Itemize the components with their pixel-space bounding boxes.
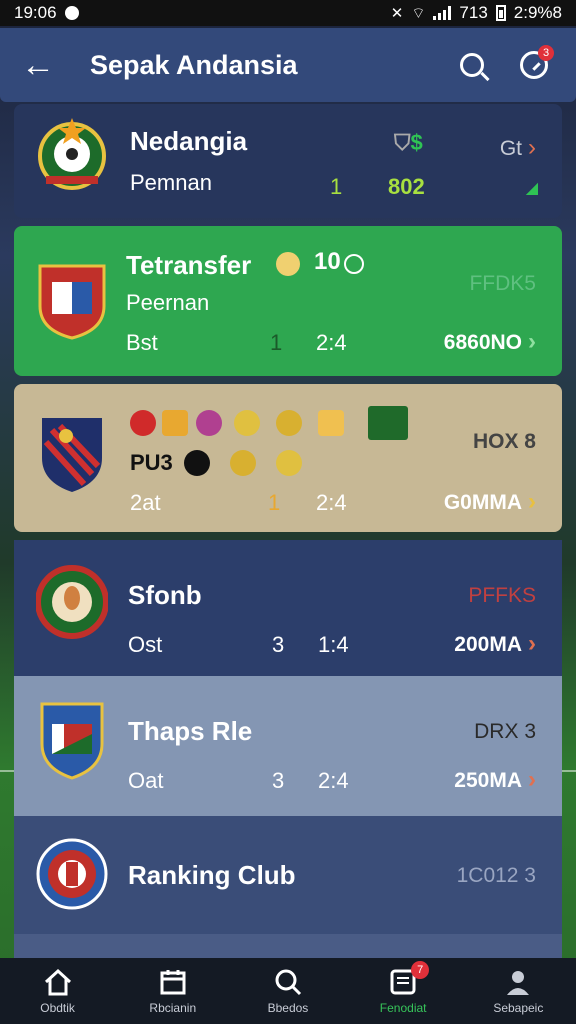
nav-item-search[interactable]: Bbedos	[238, 967, 338, 1015]
club-name: PU3	[130, 450, 173, 475]
club-logo-icon	[196, 410, 222, 436]
target-icon	[344, 254, 364, 274]
app-header: ← Sepak Andansia 3	[0, 28, 576, 102]
stat-2: 2:4	[318, 768, 349, 793]
club-flag-icon	[368, 406, 408, 440]
club-crest	[35, 562, 109, 642]
row-value[interactable]: 6860NO ›	[444, 328, 536, 356]
search-icon	[460, 53, 484, 77]
club-name: Ranking Club	[128, 860, 296, 890]
row-value[interactable]: G0MMA ›	[444, 488, 536, 516]
nav-item-home[interactable]: Obdtik	[8, 967, 108, 1015]
bottom-navigation: Obdtik Rbcianin Bbedos 7 Fenodiat Sebape…	[0, 958, 576, 1024]
row-value[interactable]: 250MA ›	[454, 766, 536, 794]
club-name: Nedangia	[130, 126, 248, 156]
history-button[interactable]: 3	[512, 43, 556, 87]
club-logo-icon	[276, 410, 302, 436]
club-logo-icon	[318, 410, 344, 436]
row-label: Oat	[128, 768, 164, 793]
search-button[interactable]	[450, 43, 494, 87]
stat-1: 3	[272, 768, 285, 793]
battery-icon	[495, 5, 506, 21]
coin-icon	[276, 252, 300, 276]
status-text: 713	[459, 3, 488, 22]
signal-icon	[433, 6, 452, 20]
club-logo-icon	[162, 410, 188, 436]
nav-item-profile[interactable]: Sebapeic	[468, 967, 568, 1015]
row-badge: DRX 3	[474, 720, 536, 743]
chevron-right-icon: ›	[528, 630, 536, 657]
row-badge: HOX 8	[472, 430, 536, 453]
club-name: Thaps Rle	[128, 716, 253, 746]
club-crest	[36, 414, 108, 494]
status-bar: 19:06 ✕ ⌔ 713 2:9%8	[0, 0, 576, 26]
notification-badge: 3	[538, 45, 554, 61]
stat-extra: 10	[314, 248, 341, 275]
row-value[interactable]: 200MA ›	[454, 630, 536, 658]
home-icon	[41, 967, 75, 997]
row-badge: 1C012 3	[456, 864, 536, 887]
mute-icon: ✕	[390, 5, 404, 22]
stat-1: 1	[268, 490, 281, 515]
trend-down-icon: ◢	[525, 180, 538, 197]
nav-label: Rbcianin	[149, 1001, 197, 1015]
row-badge: FFDK5	[469, 272, 536, 295]
nav-label: Bbedos	[267, 1001, 309, 1015]
row-label: Ost	[128, 632, 163, 657]
row-label: Bst	[126, 330, 158, 355]
nav-label: Sebapeic	[493, 1001, 544, 1015]
stat-1: 3	[272, 632, 285, 657]
stat-2: 802	[388, 174, 425, 199]
club-sub: Pemnan	[130, 170, 212, 195]
notification-icon	[64, 6, 79, 20]
row-label: 2at	[130, 490, 161, 515]
club-logo-icon	[130, 410, 156, 436]
status-time: 19:06	[14, 3, 57, 22]
profile-icon	[501, 967, 535, 997]
club-logo-icon	[230, 450, 256, 476]
stat-2: 1:4	[318, 632, 349, 657]
club-logo-icon	[234, 410, 260, 436]
nav-item-calendar[interactable]: Rbcianin	[123, 967, 223, 1015]
list-item[interactable]: Ranking Club 1C012 3	[14, 816, 562, 934]
list-item[interactable]: Sfonb Ost 3 1:4 PFFKS 200MA ›	[14, 540, 562, 676]
club-crest	[36, 260, 108, 340]
club-name: Tetransfer	[126, 250, 252, 280]
search-icon	[271, 967, 305, 997]
nav-badge: 7	[411, 961, 430, 979]
wifi-icon: ⌔	[411, 4, 426, 22]
list-item[interactable]: Nedangia Pemnan ⛉$ 1 802 Gt › ◢	[14, 104, 562, 218]
list-item-partial	[14, 934, 562, 960]
club-sub: Peernan	[126, 290, 210, 315]
club-logo-icon	[184, 450, 210, 476]
stat-2: 2:4	[316, 330, 347, 355]
chevron-right-icon: ›	[528, 328, 536, 355]
club-crest	[36, 834, 108, 914]
club-crest	[36, 114, 108, 194]
club-logo-icon	[276, 450, 302, 476]
row-badge: PFFKS	[468, 584, 536, 607]
stat-2: 2:4	[316, 490, 347, 515]
list-item[interactable]: Tetransfer 10 Peernan Bst 1 2:4 FFDK5 68…	[14, 226, 562, 376]
club-name: Sfonb	[128, 580, 202, 610]
nav-label: Fenodiat	[379, 1001, 427, 1015]
chevron-right-icon: ›	[528, 766, 536, 793]
list-item[interactable]: PU3 2at 1 2:4 HOX 8 G0MMA ›	[14, 384, 562, 532]
list-item[interactable]: Thaps Rle Oat 3 2:4 DRX 3 250MA ›	[14, 676, 562, 816]
battery-text: 2:9%8	[513, 3, 562, 22]
nav-item-news[interactable]: 7 Fenodiat	[353, 961, 453, 1015]
nav-label: Obdtik	[40, 1001, 75, 1015]
chevron-right-icon: ›	[528, 134, 536, 161]
chevron-right-icon: ›	[528, 488, 536, 515]
arrow-left-icon: ←	[21, 45, 55, 84]
calendar-icon	[156, 967, 190, 997]
page-title: Sepak Andansia	[90, 49, 298, 80]
stat-1: 1	[270, 330, 283, 355]
icon-text: $	[410, 130, 423, 155]
club-crest	[36, 700, 108, 780]
row-badge[interactable]: Gt ›	[500, 134, 536, 162]
shield-icon: ⛉$	[394, 130, 423, 155]
back-button[interactable]: ←	[20, 45, 56, 84]
stat-1: 1	[330, 174, 343, 199]
